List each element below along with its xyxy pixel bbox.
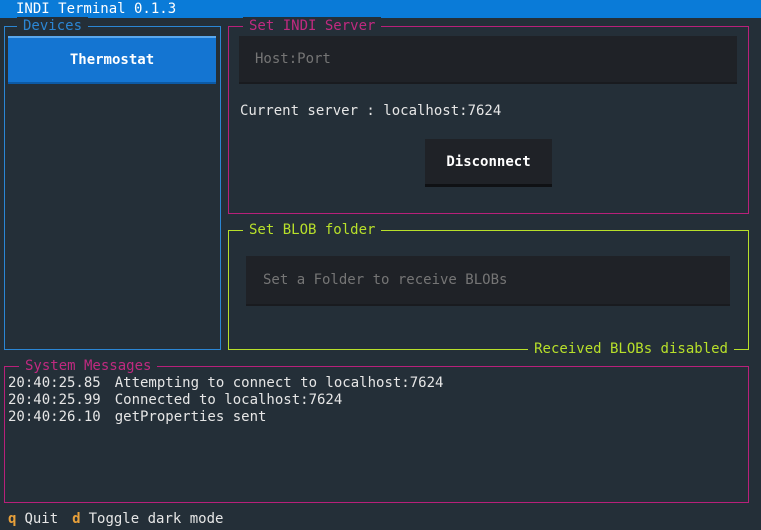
blob-status-text: Received BLOBs disabled [528, 340, 734, 358]
message-time: 20:40:26.10 [8, 409, 101, 425]
message-text: Attempting to connect to localhost:7624 [114, 375, 444, 391]
devices-panel: Devices Thermostat [4, 17, 221, 350]
toggle-dark-mode-key[interactable]: d [72, 511, 80, 527]
app-title: INDI Terminal 0.1.3 [16, 1, 177, 17]
message-row: 20:40:25.85 Attempting to connect to loca… [8, 375, 443, 392]
quit-key[interactable]: q [8, 511, 16, 527]
message-text: Connected to localhost:7624 [114, 392, 343, 408]
devices-panel-title: Devices [17, 17, 89, 35]
message-time: 20:40:25.99 [8, 392, 101, 408]
system-messages-panel-title: System Messages [19, 357, 158, 375]
blob-folder-panel-title: Set BLOB folder [243, 221, 382, 239]
host-port-input[interactable] [239, 36, 737, 84]
message-time: 20:40:25.85 [8, 375, 101, 391]
indi-server-panel: Set INDI Server Current server : localho… [228, 17, 749, 214]
quit-label[interactable]: Quit [24, 511, 58, 527]
blob-folder-panel: Set BLOB folder Received BLOBs disabled [228, 221, 749, 358]
blob-folder-input[interactable] [246, 256, 730, 306]
message-text: getProperties sent [114, 409, 267, 425]
title-bar: INDI Terminal 0.1.3 [0, 0, 761, 18]
toggle-dark-mode-label[interactable]: Toggle dark mode [89, 511, 224, 527]
message-row: 20:40:26.10 getProperties sent [8, 409, 443, 426]
message-list: 20:40:25.85 Attempting to connect to loca… [8, 375, 443, 426]
message-row: 20:40:25.99 Connected to localhost:7624 [8, 392, 443, 409]
current-server-text: Current server : localhost:7624 [240, 103, 502, 119]
indi-server-panel-title: Set INDI Server [243, 17, 382, 35]
system-messages-panel[interactable]: System Messages 20:40:25.85 Attempting to… [4, 357, 749, 503]
device-item-thermostat[interactable]: Thermostat [8, 36, 216, 84]
key-bindings-footer: q Quit d Toggle dark mode [8, 510, 237, 528]
disconnect-button[interactable]: Disconnect [425, 139, 552, 187]
